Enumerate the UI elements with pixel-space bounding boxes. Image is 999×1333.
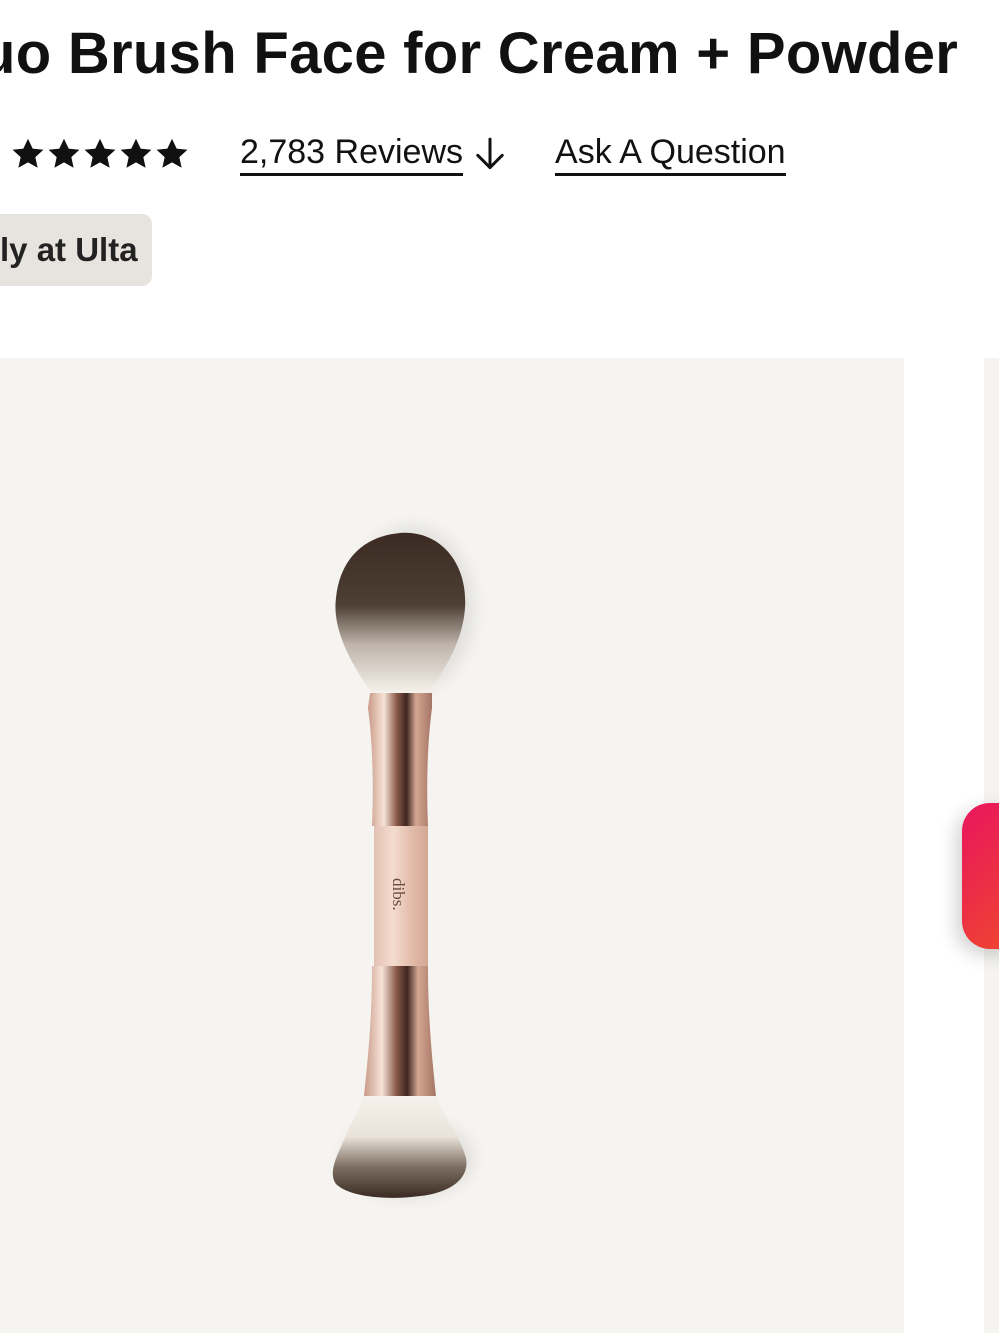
reviews-link[interactable]: 2,783 Reviews <box>240 133 507 176</box>
star-rating[interactable] <box>10 136 190 172</box>
reviews-count: 2,783 Reviews <box>240 133 464 176</box>
star-icon <box>84 138 116 168</box>
star-icon <box>120 138 152 168</box>
ask-question-link[interactable]: Ask A Question <box>555 133 786 176</box>
exclusive-badge: ly at Ulta <box>0 214 152 286</box>
product-page: uo Brush Face for Cream + Powder 2,783 R… <box>0 0 999 1333</box>
star-icon <box>48 138 80 168</box>
star-icon <box>156 138 188 168</box>
star-icon <box>12 138 44 168</box>
brand-engraving: dibs. <box>389 878 408 911</box>
brush-illustration: dibs. <box>332 526 474 1198</box>
product-image[interactable]: dibs. <box>0 358 904 1333</box>
rating-row: 2,783 Reviews Ask A Question <box>10 128 786 180</box>
floating-action-button[interactable] <box>962 803 999 949</box>
product-title: uo Brush Face for Cream + Powder <box>0 21 959 86</box>
arrow-down-icon <box>476 137 504 170</box>
